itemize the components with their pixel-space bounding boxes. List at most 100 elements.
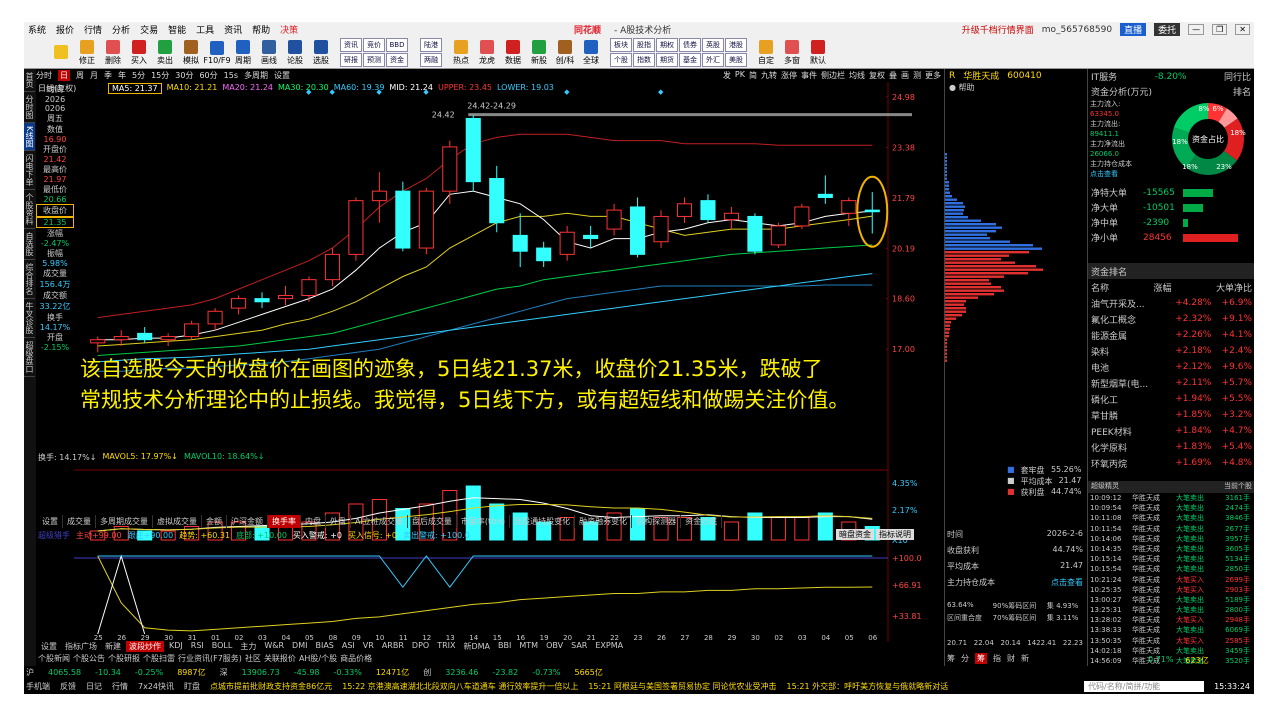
elf-row[interactable]: 13:28:02 华胜天成 大笔买入 2948手 [1088, 615, 1254, 625]
toolbar-chip[interactable]: 期权 [656, 38, 678, 52]
candle-body[interactable] [700, 200, 716, 221]
close-icon[interactable]: ✕ [1235, 24, 1250, 35]
sub-chart-tab[interactable]: 陆股通持股变化 [510, 515, 576, 528]
menu-item[interactable]: 帮助 [252, 23, 270, 36]
indicator-tab[interactable]: 波段炒作 [126, 641, 164, 652]
toolbar-button[interactable]: 全球 [580, 39, 602, 66]
indicator-tab[interactable]: DMI [289, 641, 310, 652]
chart-tool[interactable]: 简 [749, 70, 757, 81]
news-item[interactable]: 代码/名称/简拼/功能 [1084, 681, 1205, 692]
period-tab[interactable]: 15分 [151, 70, 169, 81]
indicator-tab[interactable]: KDJ [166, 641, 186, 652]
elf-row[interactable]: 10:09:12 华胜天成 大笔卖出 3161手 [1088, 493, 1254, 503]
sector-row[interactable]: 新型烟草(电... +2.11% +5.7% [1088, 375, 1254, 391]
sub-chart-tab[interactable]: 外盘 [326, 515, 351, 528]
news-item[interactable]: 反馈 [60, 681, 76, 692]
sub-chart-tab[interactable]: 成交量 [63, 515, 96, 528]
news-item[interactable]: 盯盘 [184, 681, 200, 692]
peer-compare-link[interactable]: 同行比 [1224, 70, 1251, 83]
candle-body[interactable] [583, 234, 599, 240]
toolbar-chip[interactable]: 股指 [633, 38, 655, 52]
period-tab[interactable]: 季 [104, 70, 112, 81]
indicator-tab[interactable]: ASI [339, 641, 358, 652]
toolbar-button[interactable]: 自定 [755, 39, 777, 66]
sub-chart-tab[interactable]: 内盘 [301, 515, 326, 528]
sector-row[interactable]: 环氧丙烷 +1.69% +4.8% [1088, 455, 1254, 471]
sub-chart-tab[interactable]: 市盈率(ttm) [457, 515, 511, 528]
sector-header-cell[interactable]: 名称 [1091, 281, 1109, 294]
chip-tab[interactable]: 分 [961, 653, 969, 664]
toolbar-chip[interactable]: BBD [386, 38, 408, 52]
period-tab[interactable]: 设置 [274, 70, 290, 81]
back-button[interactable] [50, 45, 72, 60]
left-nav-item[interactable]: 牛叉诊股 [24, 299, 35, 339]
period-tab[interactable]: 15s [224, 71, 238, 80]
user-name[interactable]: mo_565768590 [1042, 25, 1112, 35]
restore-icon[interactable]: ❐ [1212, 24, 1228, 35]
candle-body[interactable] [489, 178, 505, 224]
rank-link[interactable]: 排名 [1233, 85, 1251, 98]
chart-tool[interactable]: 均线 [849, 70, 865, 81]
toolbar-button[interactable]: F10/F9 [203, 40, 231, 65]
news-item[interactable]: 15:21 外交部：呼吁美方恢复与俄就略新对话 [786, 681, 948, 692]
sector-header-cell[interactable]: 涨幅 [1153, 281, 1171, 294]
period-tab[interactable]: 5分 [132, 70, 145, 81]
chart-tool[interactable]: 叠 [889, 70, 897, 81]
menu-item[interactable]: 资讯 [224, 23, 242, 36]
news-item[interactable]: 7x24快讯 [138, 681, 174, 692]
menu-item[interactable]: 交易 [140, 23, 158, 36]
chip-tab[interactable]: 财 [1007, 653, 1015, 664]
left-nav-item[interactable]: 首页 [24, 69, 35, 92]
news-tab[interactable]: 个股扫雷 [143, 653, 175, 664]
sub-chart-tab[interactable]: AI立桩成交量 [351, 515, 408, 528]
indicator-button[interactable]: 暗盘资金 [836, 529, 874, 540]
candle-body[interactable] [160, 336, 176, 341]
news-item[interactable]: 15:33:24 [1214, 682, 1250, 691]
candle-body[interactable] [676, 203, 693, 217]
news-item[interactable]: 行情 [112, 681, 128, 692]
fund-info-cost-link[interactable]: 点击查看 [1090, 169, 1160, 179]
elf-row[interactable]: 10:09:54 华胜天成 大笔卖出 2474手 [1088, 503, 1254, 513]
indicator-tab[interactable]: EXPMA [592, 641, 626, 652]
toolbar-button[interactable]: 画线 [258, 39, 280, 66]
period-tab[interactable]: 60分 [199, 70, 217, 81]
toolbar-chip[interactable]: 资讯 [340, 38, 362, 52]
elf-row[interactable]: 13:38:33 华胜天成 大笔卖出 6069手 [1088, 625, 1254, 635]
sub-chart-tab[interactable]: 换手率 [268, 515, 301, 528]
order-button[interactable]: 委托 [1154, 23, 1181, 36]
sub-chart-tab[interactable]: 金额 [202, 515, 227, 528]
menu-item[interactable]: 行情 [84, 23, 102, 36]
period-tab[interactable]: 分时 [36, 70, 52, 81]
candle-body[interactable] [418, 190, 434, 249]
elf-row[interactable]: 13:00:27 华胜天成 大笔卖出 5189手 [1088, 595, 1254, 605]
toolbar-chip[interactable]: 英股 [702, 38, 724, 52]
candle-body[interactable] [348, 200, 364, 255]
toolbar-chip[interactable]: 研报 [340, 53, 362, 67]
menu-item[interactable]: 工具 [196, 23, 214, 36]
news-tab[interactable]: 社区 [245, 653, 261, 664]
chart-tool[interactable]: 九转 [761, 70, 777, 81]
toolbar-chip[interactable]: 板块 [610, 38, 632, 52]
indicator-tab[interactable]: 新建 [102, 641, 124, 652]
elf-row[interactable]: 13:50:35 华胜天成 大笔买入 2585手 [1088, 636, 1254, 646]
left-nav-item[interactable]: 个股资料 [24, 190, 35, 230]
toolbar-chip[interactable]: 期货 [656, 53, 678, 67]
indicator-tab[interactable]: SAR [568, 641, 590, 652]
left-nav-item[interactable]: 分时图 [24, 92, 35, 123]
period-tab[interactable]: 周 [76, 70, 84, 81]
help-link[interactable]: ● 帮助 [945, 82, 1086, 93]
news-tab[interactable]: 个股新闻 [38, 653, 70, 664]
sector-row[interactable]: 电池 +2.12% +9.6% [1088, 359, 1254, 375]
indicator-tab[interactable]: W&R [261, 641, 287, 652]
indicator-tab[interactable]: 主力 [237, 641, 259, 652]
toolbar-button[interactable]: 热点 [450, 39, 472, 66]
toolbar-button[interactable]: 模拟 [180, 39, 202, 66]
indicator-tab[interactable]: VR [360, 641, 377, 652]
indicator-tab[interactable]: BOLL [209, 641, 236, 652]
elf-row[interactable]: 10:11:54 华胜天成 大笔卖出 2677手 [1088, 524, 1254, 534]
left-nav-item[interactable]: 闪电下单 [24, 151, 35, 191]
toolbar-chip[interactable]: 预测 [363, 53, 385, 67]
toolbar-chip[interactable]: 外汇 [702, 53, 724, 67]
toolbar-chip[interactable]: 债券 [679, 38, 701, 52]
toolbar-button[interactable]: 龙虎 [476, 39, 498, 66]
